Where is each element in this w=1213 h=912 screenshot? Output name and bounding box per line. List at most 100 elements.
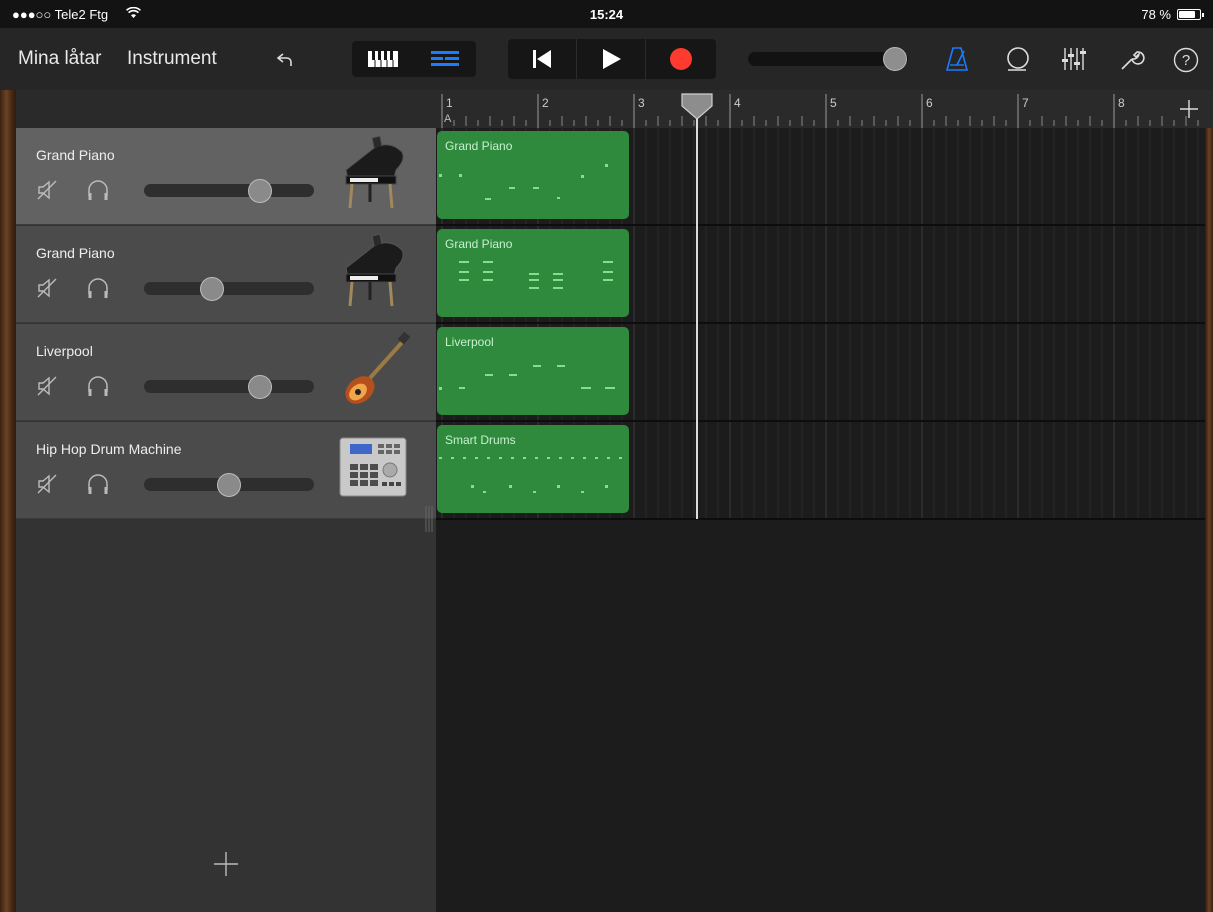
mixer-button[interactable] bbox=[1058, 43, 1090, 75]
my-songs-button[interactable]: Mina låtar bbox=[18, 48, 101, 70]
svg-text:?: ? bbox=[1182, 52, 1190, 69]
play-button[interactable] bbox=[577, 39, 646, 79]
mute-button[interactable] bbox=[36, 472, 60, 496]
wood-edge-right bbox=[1205, 90, 1213, 912]
settings-button[interactable] bbox=[1116, 43, 1148, 75]
master-volume-knob[interactable] bbox=[883, 47, 907, 71]
transport-controls bbox=[508, 39, 716, 79]
track-name: Hip Hop Drum Machine bbox=[36, 441, 182, 457]
tracks-view-button[interactable] bbox=[414, 41, 476, 77]
track-header[interactable]: Hip Hop Drum Machine bbox=[16, 422, 436, 519]
mute-speaker-icon bbox=[37, 376, 57, 396]
loop-icon bbox=[1007, 47, 1029, 71]
master-volume-slider[interactable] bbox=[748, 47, 908, 71]
plus-icon bbox=[214, 852, 238, 876]
track-volume-slider[interactable] bbox=[144, 473, 314, 497]
mute-speaker-icon bbox=[37, 278, 57, 298]
region[interactable]: Liverpool bbox=[437, 327, 629, 415]
mute-speaker-icon bbox=[37, 474, 57, 494]
bar-number: 7 bbox=[1022, 96, 1029, 110]
plus-icon bbox=[1180, 100, 1198, 118]
playhead-line bbox=[696, 112, 698, 519]
solo-button[interactable] bbox=[86, 374, 110, 398]
region-notes bbox=[459, 261, 613, 289]
undo-button[interactable] bbox=[272, 46, 300, 74]
headphones-icon bbox=[88, 376, 108, 396]
loop-browser-button[interactable] bbox=[1002, 43, 1034, 75]
ruler-ticks: 1 2 3 4 5 6 7 8 A bbox=[441, 94, 1199, 128]
track-volume-knob[interactable] bbox=[248, 375, 272, 399]
track-volume-slider[interactable] bbox=[144, 375, 314, 399]
bar-number: 4 bbox=[734, 96, 741, 110]
keyboard-view-button[interactable] bbox=[352, 41, 414, 77]
piano-keys-icon bbox=[368, 51, 398, 67]
mixer-sliders-icon bbox=[1062, 48, 1086, 70]
rewind-icon bbox=[533, 50, 551, 68]
track-name: Liverpool bbox=[36, 343, 93, 359]
track-volume-slider[interactable] bbox=[144, 179, 314, 203]
view-switcher bbox=[352, 41, 476, 77]
status-bar: ●●●○○ Tele2 Ftg 15:24 78 % bbox=[0, 0, 1213, 28]
headers-top-bar bbox=[16, 90, 436, 128]
track-volume-slider[interactable] bbox=[144, 277, 314, 301]
track-header[interactable]: Grand Piano bbox=[16, 128, 436, 225]
bar-number: 2 bbox=[542, 96, 549, 110]
add-track-button[interactable] bbox=[212, 850, 240, 878]
solo-button[interactable] bbox=[86, 276, 110, 300]
track-header[interactable]: Grand Piano bbox=[16, 226, 436, 323]
toolbar: Mina låtar Instrument ? bbox=[0, 28, 1213, 90]
headphones-icon bbox=[88, 278, 108, 298]
wrench-icon bbox=[1121, 51, 1145, 70]
wood-edge-left bbox=[0, 90, 16, 912]
region[interactable]: Grand Piano bbox=[437, 131, 629, 219]
drum-machine-icon bbox=[336, 430, 410, 510]
clock: 15:24 bbox=[589, 7, 624, 22]
mute-button[interactable] bbox=[36, 374, 60, 398]
play-icon bbox=[603, 49, 621, 69]
track-header[interactable]: Liverpool bbox=[16, 324, 436, 421]
timeline-ruler[interactable]: 1 2 3 4 5 6 7 8 A bbox=[436, 90, 1213, 128]
mute-button[interactable] bbox=[36, 276, 60, 300]
add-section-button[interactable] bbox=[1172, 94, 1206, 124]
grip-icon bbox=[425, 506, 433, 532]
region[interactable]: Smart Drums bbox=[437, 425, 629, 513]
help-button[interactable]: ? bbox=[1170, 44, 1202, 76]
region-notes bbox=[439, 365, 615, 390]
record-icon bbox=[669, 48, 692, 70]
header-resize-handle[interactable] bbox=[424, 506, 434, 532]
battery-percent: 78 % bbox=[1141, 7, 1171, 22]
help-icon: ? bbox=[1173, 47, 1199, 73]
grand-piano-icon bbox=[336, 233, 410, 314]
playhead-icon bbox=[681, 93, 713, 120]
bar-number: 6 bbox=[926, 96, 933, 110]
battery-icon bbox=[1177, 9, 1204, 20]
tracks-view-icon bbox=[431, 51, 459, 66]
region-notes bbox=[439, 164, 608, 200]
solo-button[interactable] bbox=[86, 178, 110, 202]
mute-button[interactable] bbox=[36, 178, 60, 202]
mute-speaker-icon bbox=[37, 180, 57, 200]
playhead-handle[interactable] bbox=[680, 92, 714, 120]
section-label: A bbox=[444, 113, 452, 125]
instrument-button[interactable]: Instrument bbox=[127, 48, 217, 70]
region-notes bbox=[439, 457, 622, 493]
rewind-button[interactable] bbox=[508, 39, 577, 79]
track-name: Grand Piano bbox=[36, 245, 115, 261]
track-volume-knob[interactable] bbox=[248, 179, 272, 203]
metronome-icon bbox=[945, 47, 969, 71]
bar-number: 1 bbox=[446, 96, 453, 110]
track-name: Grand Piano bbox=[36, 147, 115, 163]
region[interactable]: Grand Piano bbox=[437, 229, 629, 317]
metronome-button[interactable] bbox=[942, 43, 972, 75]
bass-guitar-icon bbox=[336, 331, 411, 412]
grand-piano-icon bbox=[336, 135, 410, 216]
headphones-icon bbox=[88, 180, 108, 200]
bar-number: 5 bbox=[830, 96, 837, 110]
track-volume-knob[interactable] bbox=[217, 473, 241, 497]
track-volume-knob[interactable] bbox=[200, 277, 224, 301]
record-button[interactable] bbox=[646, 39, 715, 79]
solo-button[interactable] bbox=[86, 472, 110, 496]
bar-number: 3 bbox=[638, 96, 645, 110]
undo-icon bbox=[276, 53, 292, 66]
headphones-icon bbox=[88, 474, 108, 494]
